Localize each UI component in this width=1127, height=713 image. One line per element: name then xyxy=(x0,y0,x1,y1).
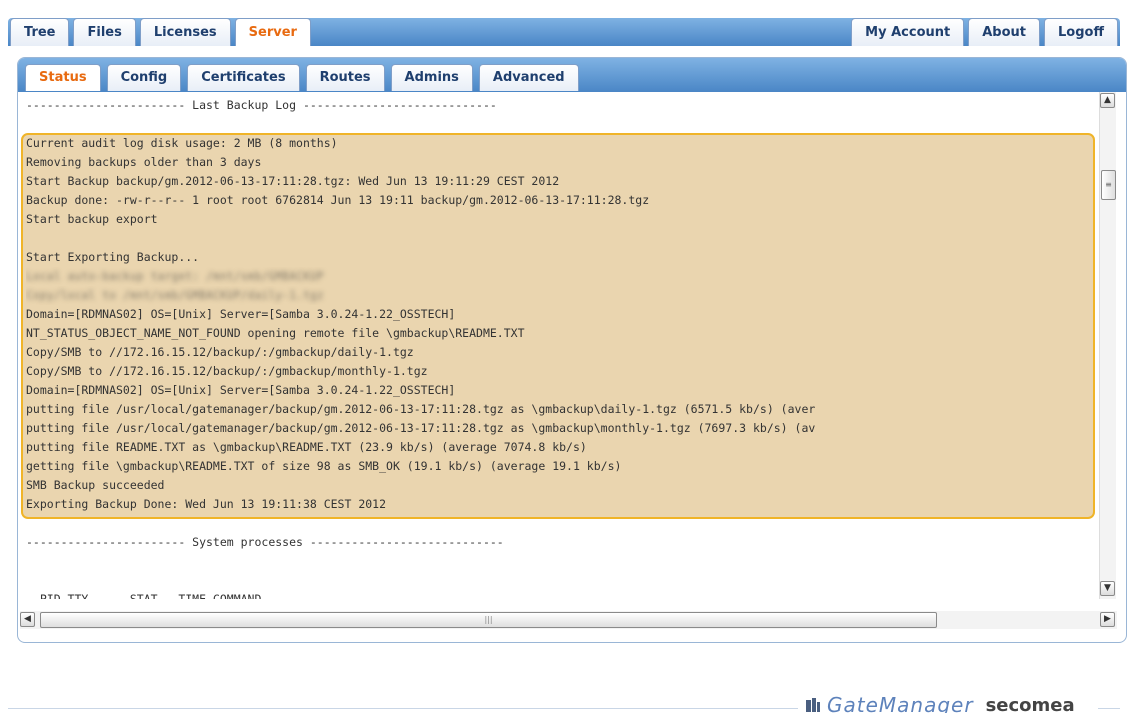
brand-logo: GateManager secomea xyxy=(805,693,1075,713)
log-line: SMB Backup succeeded xyxy=(26,478,165,492)
nav-tab-server[interactable]: Server xyxy=(234,18,311,46)
log-line: Backup done: -rw-r--r-- 1 root root 6762… xyxy=(26,193,650,207)
brand-name: GateManager xyxy=(827,693,974,713)
footer-divider-right xyxy=(1098,708,1120,709)
sub-nav-tabs: Status Config Certificates Routes Admins Adva… xyxy=(25,64,579,91)
nav-tab-tree[interactable]: Tree xyxy=(10,18,70,46)
scroll-right-arrow-icon[interactable]: ▶ xyxy=(1100,612,1115,627)
log-line: PID TTY STAT TIME COMMAND xyxy=(26,592,262,599)
horizontal-scrollbar[interactable]: ◀ ||| ▶ xyxy=(20,611,1117,629)
log-line: ----------------------- System processes… xyxy=(26,535,504,549)
scroll-left-arrow-icon[interactable]: ◀ xyxy=(20,612,35,627)
nav-tab-about[interactable]: About xyxy=(968,18,1041,46)
sub-tab-config[interactable]: Config xyxy=(106,64,182,91)
nav-tab-files[interactable]: Files xyxy=(73,18,136,46)
log-line: getting file \gmbackup\README.TXT of siz… xyxy=(26,459,622,473)
log-line: Start backup export xyxy=(26,212,158,226)
sub-nav-bar: Status Config Certificates Routes Admins Adva… xyxy=(18,58,1126,92)
horizontal-scroll-thumb[interactable]: ||| xyxy=(40,612,937,628)
nav-tab-my-account[interactable]: My Account xyxy=(851,18,965,46)
log-line: NT_STATUS_OBJECT_NAME_NOT_FOUND opening … xyxy=(26,326,525,340)
server-panel: Status Config Certificates Routes Admins Adva… xyxy=(17,57,1127,643)
log-line: Start Exporting Backup... xyxy=(26,250,200,264)
log-line: Exporting Backup Done: Wed Jun 13 19:11:… xyxy=(26,497,387,511)
scroll-down-arrow-icon[interactable]: ▼ xyxy=(1100,581,1115,596)
sub-tab-admins[interactable]: Admins xyxy=(390,64,473,91)
log-line: Removing backups older than 3 days xyxy=(26,155,262,169)
vertical-scrollbar[interactable]: ▲ ≡ ▼ xyxy=(1099,92,1116,599)
log-line: Start Backup backup/gm.2012-06-13-17:11:… xyxy=(26,174,560,188)
log-line: putting file README.TXT as \gmbackup\REA… xyxy=(26,440,587,454)
status-log-text: ----------------------- Last Backup Log … xyxy=(26,96,1086,599)
log-line: Local auto-backup target: /mnt/smb/GMBAC… xyxy=(26,269,324,283)
scroll-up-arrow-icon[interactable]: ▲ xyxy=(1100,93,1115,108)
log-line: Copy/SMB to //172.16.15.12/backup/:/gmba… xyxy=(26,364,428,378)
gatemanager-logo-icon xyxy=(806,698,820,712)
log-line: putting file /usr/local/gatemanager/back… xyxy=(26,421,816,435)
main-nav-left: Tree Files Licenses Server xyxy=(10,18,311,46)
company-name: secomea xyxy=(985,694,1075,713)
log-line: putting file /usr/local/gatemanager/back… xyxy=(26,402,816,416)
sub-tab-status[interactable]: Status xyxy=(25,64,101,91)
log-line: Copy/local to /mnt/smb/GMBACKUP/daily-1.… xyxy=(26,288,324,302)
footer-divider xyxy=(8,708,798,709)
nav-tab-licenses[interactable]: Licenses xyxy=(139,18,231,46)
main-nav-right: My Account About Logoff xyxy=(851,18,1118,46)
log-line: Current audit log disk usage: 2 MB (8 mo… xyxy=(26,136,338,150)
log-line: Copy/SMB to //172.16.15.12/backup/:/gmba… xyxy=(26,345,414,359)
vertical-scroll-thumb[interactable]: ≡ xyxy=(1101,170,1116,200)
log-viewport[interactable]: ----------------------- Last Backup Log … xyxy=(20,92,1117,599)
log-line: Domain=[RDMNAS02] OS=[Unix] Server=[Samb… xyxy=(26,383,456,397)
sub-tab-certificates[interactable]: Certificates xyxy=(187,64,300,91)
log-line: ----------------------- Last Backup Log … xyxy=(26,98,497,112)
nav-tab-logoff[interactable]: Logoff xyxy=(1044,18,1118,46)
sub-tab-routes[interactable]: Routes xyxy=(305,64,385,91)
main-nav-bar: Tree Files Licenses Server My Account About L… xyxy=(8,18,1120,46)
sub-tab-advanced[interactable]: Advanced xyxy=(478,64,579,91)
log-line: Domain=[RDMNAS02] OS=[Unix] Server=[Samb… xyxy=(26,307,456,321)
